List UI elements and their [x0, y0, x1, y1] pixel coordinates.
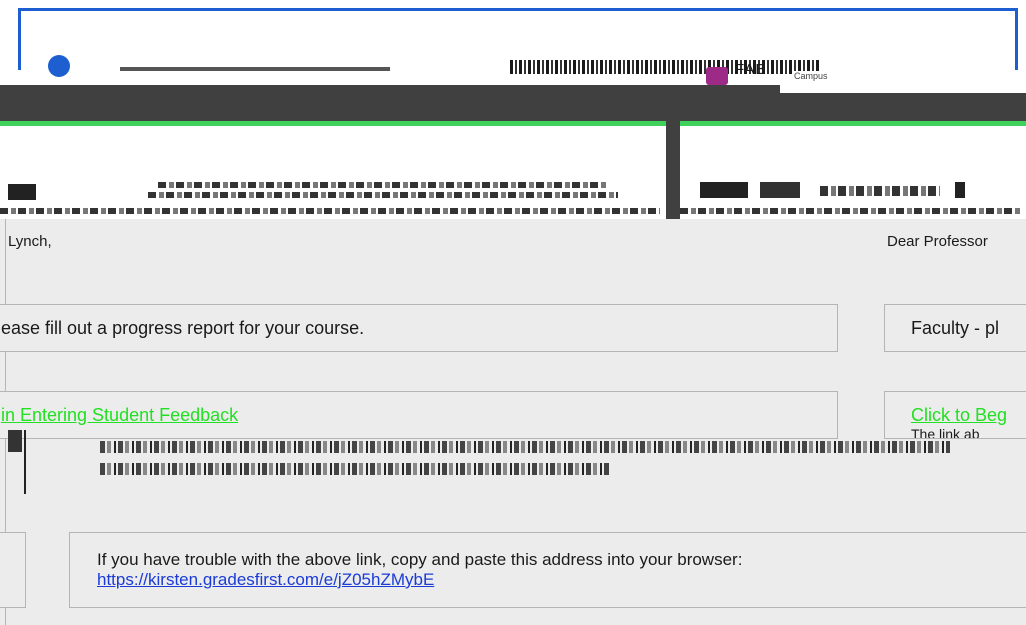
logo-subtext: Campus	[792, 71, 830, 81]
right-panel-header	[680, 121, 1026, 219]
notice-fragment	[8, 430, 22, 452]
expiry-notice-line-2	[100, 463, 610, 475]
right-instruction-box: Faculty - pl	[884, 304, 1026, 352]
left-cta-box: in Entering Student Feedback	[0, 391, 838, 439]
nav-strip-highlight	[780, 85, 1026, 93]
feedback-url-link[interactable]: https://kirsten.gradesfirst.com/e/jZ05hZ…	[97, 570, 742, 590]
brand-circle-icon	[48, 55, 70, 77]
right-greeting: Dear Professor	[887, 233, 988, 250]
right-instruction-text: Faculty - pl	[911, 318, 1000, 338]
left-panel-underline	[0, 208, 660, 214]
email-viewport: FAB Campus Lynch, Dear Professor ease fi…	[0, 0, 1026, 625]
left-greeting: Lynch,	[8, 233, 52, 250]
column-divider	[666, 121, 680, 219]
left-instruction-text: ease fill out a progress report for your…	[1, 318, 365, 338]
notice-rule	[24, 430, 26, 494]
left-panel-header	[0, 121, 666, 219]
begin-feedback-link[interactable]: in Entering Student Feedback	[1, 405, 238, 426]
left-help-stub	[0, 532, 26, 608]
header-divider	[120, 67, 390, 71]
right-link-note: The link ab	[911, 426, 980, 439]
help-instructions: If you have trouble with the above link,…	[97, 550, 743, 569]
logo-badge-icon	[706, 67, 728, 85]
left-instruction-box: ease fill out a progress report for your…	[0, 304, 838, 352]
right-cta-box: Click to Beg The link ab	[884, 391, 1026, 439]
header-glitch-strip	[510, 60, 820, 74]
left-panel-title	[8, 178, 658, 202]
right-panel-underline	[680, 208, 1020, 214]
help-box: If you have trouble with the above link,…	[69, 532, 1026, 608]
logo-text: FAB	[735, 61, 767, 78]
right-panel-title	[700, 178, 1026, 202]
right-begin-feedback-link[interactable]: Click to Beg	[911, 405, 1007, 426]
expiry-notice-line-1	[100, 441, 950, 453]
